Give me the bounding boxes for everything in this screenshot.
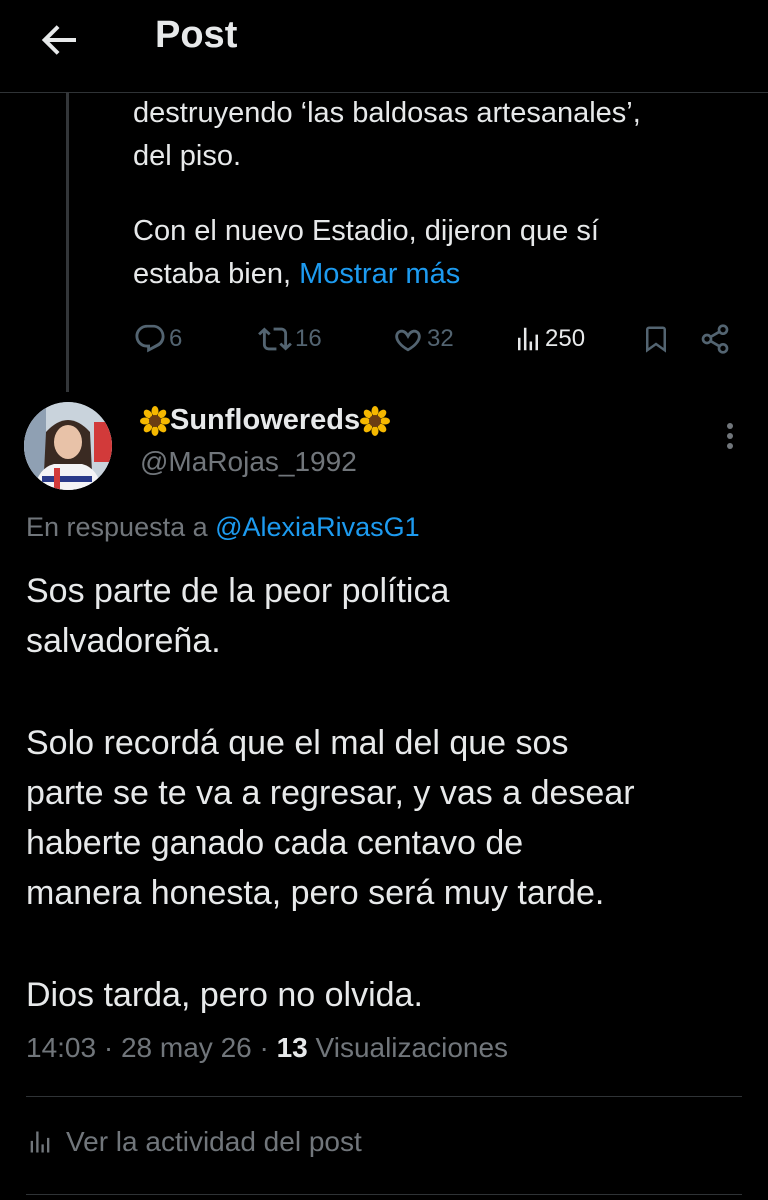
sunflower-emoji-icon xyxy=(140,405,170,436)
parent-line-text: estaba bien, xyxy=(133,258,300,290)
post-line: haberte ganado cada centavo de xyxy=(26,824,524,862)
views-chart-icon xyxy=(518,327,538,351)
share-button[interactable] xyxy=(699,318,731,360)
profile-photo xyxy=(24,402,112,490)
parent-line: del piso. xyxy=(133,140,242,172)
reply-to-prefix: En respuesta a xyxy=(26,512,216,542)
more-options-button[interactable] xyxy=(712,418,748,454)
post-time[interactable]: 14:03 xyxy=(26,1032,96,1063)
activity-label: Ver la actividad del post xyxy=(66,1126,362,1157)
avatar[interactable] xyxy=(24,402,112,490)
reply-button[interactable]: 6 xyxy=(133,318,182,360)
show-more-link[interactable]: Mostrar más xyxy=(299,258,460,290)
reply-to-handle-link[interactable]: @AlexiaRivasG1 xyxy=(215,512,419,542)
vertical-dots-icon xyxy=(727,423,733,449)
post-date[interactable]: 28 may 26 xyxy=(121,1032,252,1063)
back-button[interactable] xyxy=(38,18,82,62)
repost-button[interactable]: 16 xyxy=(257,318,322,360)
reply-count: 6 xyxy=(169,325,183,352)
separator-dot: · xyxy=(103,1032,121,1063)
post-metadata: 14:03 · 28 may 26 · 13 Visualizaciones xyxy=(26,1032,508,1064)
parent-post-text: destruyendo ‘las baldosas artesanales’, … xyxy=(133,92,743,296)
view-count: 13 xyxy=(276,1032,308,1063)
sunflower-emoji-icon xyxy=(360,405,391,436)
page-title: Post xyxy=(155,14,238,56)
divider xyxy=(26,1096,742,1097)
post-line: Sos parte de la peor política xyxy=(26,572,450,610)
user-handle[interactable]: @MaRojas_1992 xyxy=(140,446,357,478)
post-line: parte se te va a regresar, y vas a desea… xyxy=(26,774,635,812)
like-button[interactable]: 32 xyxy=(391,318,454,360)
bookmark-icon xyxy=(646,326,666,353)
views-label: Visualizaciones xyxy=(315,1032,509,1063)
reply-icon xyxy=(135,324,165,353)
views-button[interactable]: 250 xyxy=(513,318,585,360)
reply-to-line: En respuesta a @AlexiaRivasG1 xyxy=(26,512,420,543)
share-icon xyxy=(701,324,729,354)
parent-line: Con el nuevo Estadio, dijeron que sí xyxy=(133,215,599,247)
parent-action-bar: 6 16 32 250 xyxy=(133,318,743,360)
like-count: 32 xyxy=(427,325,454,352)
heart-icon xyxy=(395,329,421,352)
top-bar: Post xyxy=(0,0,768,93)
thread-connector-line xyxy=(66,92,69,392)
post-activity-link[interactable]: Ver la actividad del post xyxy=(26,1126,362,1158)
post-line: salvadoreña. xyxy=(26,622,221,660)
display-name-text: Sunflowereds xyxy=(170,404,361,436)
parent-line: estaba bien, Mostrar más xyxy=(133,253,743,296)
separator-dot: · xyxy=(259,1032,277,1063)
post-line: Solo recordá que el mal del que sos xyxy=(26,724,569,762)
post-text: Sos parte de la peor política salvadoreñ… xyxy=(26,566,746,1020)
post-line: manera honesta, pero será muy tarde. xyxy=(26,874,605,912)
analytics-icon xyxy=(30,1131,50,1153)
repost-count: 16 xyxy=(295,325,322,352)
post-line: Dios tarda, pero no olvida. xyxy=(26,976,423,1014)
divider xyxy=(26,1194,742,1195)
display-name[interactable]: Sunflowereds xyxy=(140,404,391,437)
repost-icon xyxy=(258,327,292,351)
views-count: 250 xyxy=(545,325,586,352)
bookmark-button[interactable] xyxy=(641,318,671,360)
arrow-left-icon xyxy=(41,25,76,55)
parent-line: destruyendo ‘las baldosas artesanales’, xyxy=(133,97,641,129)
